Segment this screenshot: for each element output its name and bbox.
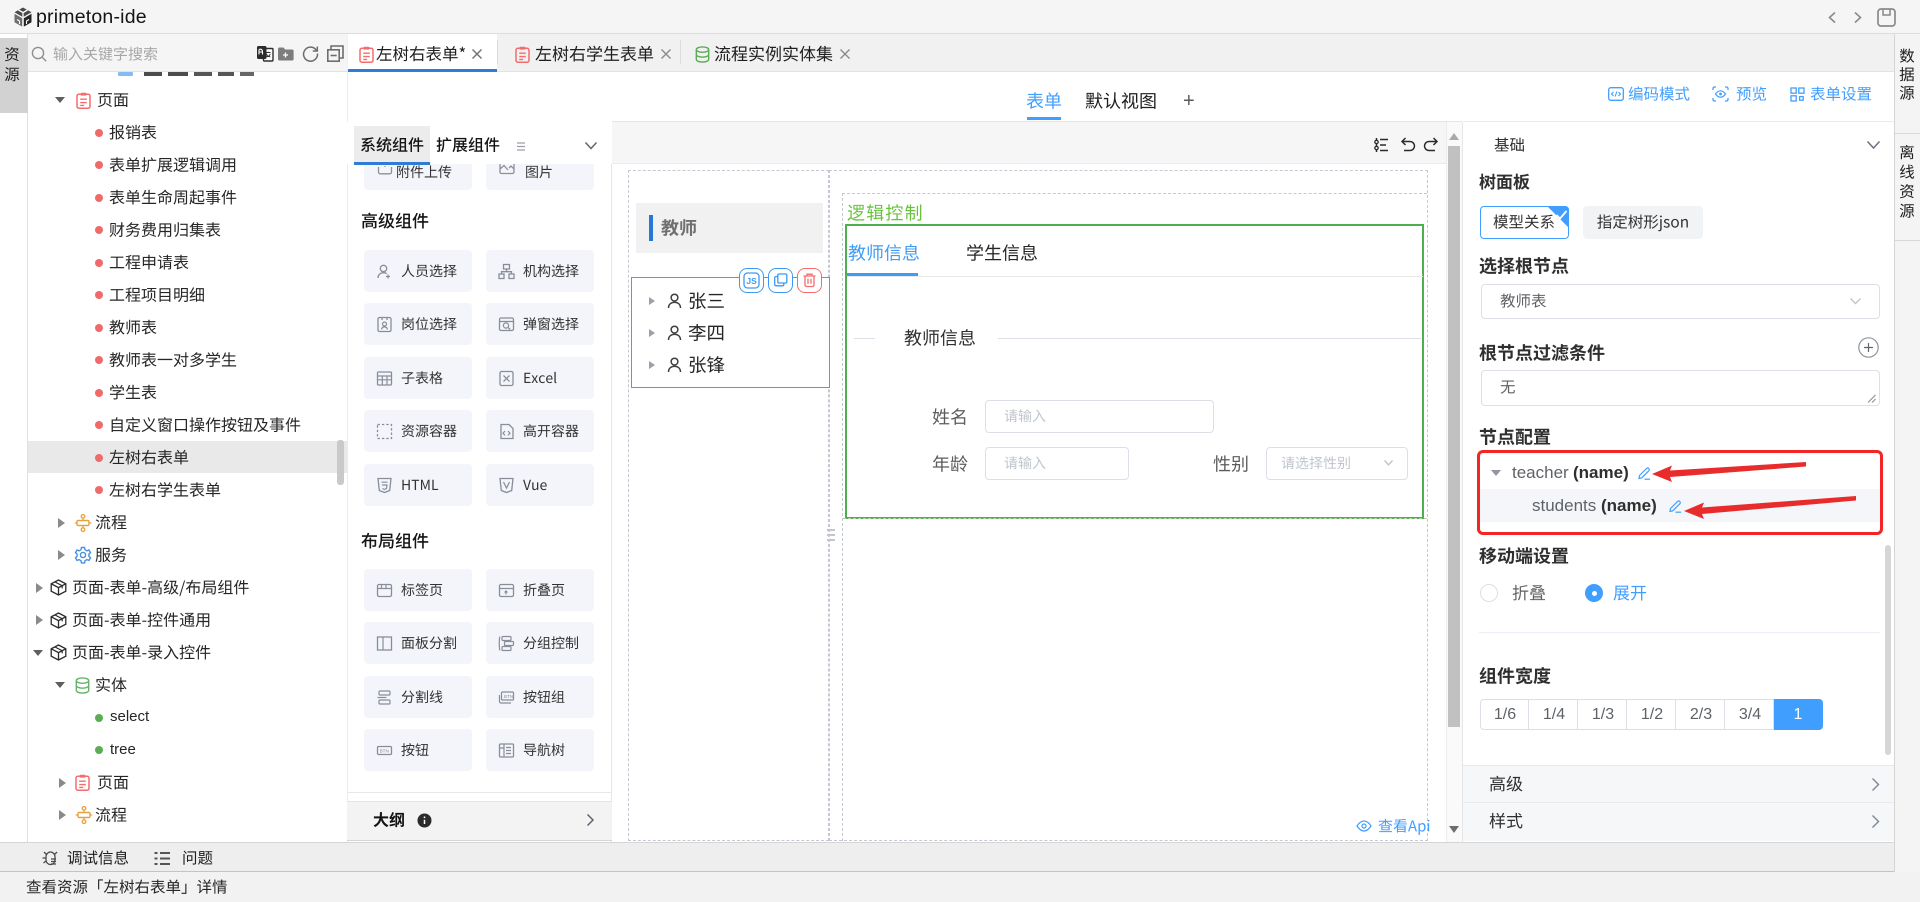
svg-text:JS: JS — [746, 276, 757, 286]
svg-text:BTN: BTN — [504, 694, 513, 699]
svg-text:BTN: BTN — [380, 749, 389, 754]
